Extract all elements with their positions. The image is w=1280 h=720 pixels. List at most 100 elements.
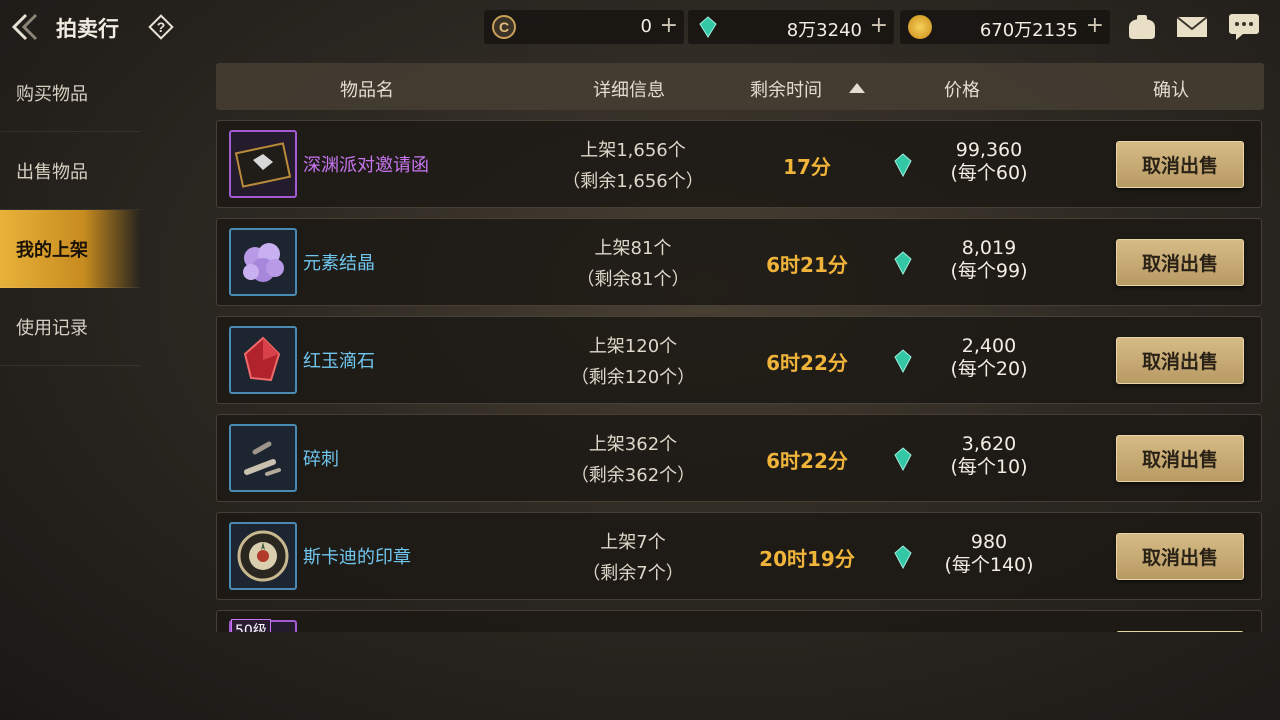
svg-text:?: ? xyxy=(157,19,166,35)
red-gem-icon[interactable] xyxy=(229,326,297,394)
unit-price: (每个60) xyxy=(950,162,1028,184)
listed-count: 上架7个 xyxy=(600,532,666,553)
green-gem-icon xyxy=(894,545,912,569)
item-name: 斯卡迪的印章 xyxy=(303,547,411,568)
remaining-time: 6时21分 xyxy=(766,253,848,277)
currency-value: 0 xyxy=(640,16,652,37)
sidebar-item-label: 购买物品 xyxy=(16,83,88,105)
column-header-time[interactable]: 剩余时间 xyxy=(750,76,822,102)
sidebar-item-buy[interactable]: 购买物品 xyxy=(0,54,140,132)
listed-count: 上架362个 xyxy=(588,434,678,455)
remaining-count: （剩余1,656个） xyxy=(562,171,704,192)
seal-emblem-icon[interactable] xyxy=(229,522,297,590)
item-name: 深渊派对邀请函 xyxy=(303,155,429,176)
sidebar-item-label: 出售物品 xyxy=(16,161,88,183)
sidebar-item-label: 我的上架 xyxy=(16,239,88,261)
price: 2,400 (每个20) xyxy=(917,335,1061,381)
broken-thorn-icon[interactable] xyxy=(229,424,297,492)
green-gem-icon xyxy=(894,447,912,471)
column-header-name: 物品名 xyxy=(340,80,394,101)
table-row: 深渊派对邀请函 上架1,656个 （剩余1,656个） 17分 99,360 (… xyxy=(216,120,1262,208)
sidebar: 购买物品 出售物品 我的上架 使用记录 xyxy=(0,54,140,366)
item-name: 碎刺 xyxy=(303,449,339,470)
item-name: 红玉滴石 xyxy=(303,351,375,372)
remaining-time: 17分 xyxy=(783,155,831,179)
item-name: 元素结晶 xyxy=(303,253,375,274)
total-price: 980 xyxy=(970,531,1008,553)
table-row: 50级 xyxy=(216,610,1262,632)
remaining-count: （剩余362个） xyxy=(570,465,696,486)
total-price: 3,620 xyxy=(961,433,1017,455)
item-detail: 上架120个 （剩余120个） xyxy=(543,331,723,393)
listed-count: 上架81个 xyxy=(594,238,672,259)
item-detail: 上架7个 （剩余7个） xyxy=(543,527,723,589)
top-bar: 拍卖行 ? C 0 + 8万3240 + 670万2135 + xyxy=(0,0,1280,54)
sidebar-item-history[interactable]: 使用记录 xyxy=(0,288,140,366)
sidebar-item-label: 使用记录 xyxy=(16,317,88,339)
currency-value: 670万2135 xyxy=(979,20,1078,41)
remaining-time: 6时22分 xyxy=(766,449,848,473)
listing-table: 深渊派对邀请函 上架1,656个 （剩余1,656个） 17分 99,360 (… xyxy=(216,120,1262,632)
column-header-confirm: 确认 xyxy=(1153,80,1189,101)
remaining-count: （剩余120个） xyxy=(570,367,696,388)
add-currency-button[interactable]: + xyxy=(660,13,678,38)
remaining-time: 20时19分 xyxy=(759,547,855,571)
cancel-sale-button[interactable]: 取消出售 xyxy=(1116,337,1244,384)
listed-count: 上架1,656个 xyxy=(580,140,686,161)
remaining-count: （剩余81个） xyxy=(576,269,690,290)
item-detail: 上架81个 （剩余81个） xyxy=(543,233,723,295)
back-arrow-icon[interactable] xyxy=(8,8,46,46)
chat-icon[interactable] xyxy=(1226,10,1262,44)
item-detail: 上架1,656个 （剩余1,656个） xyxy=(543,135,723,197)
sidebar-item-sell[interactable]: 出售物品 xyxy=(0,132,140,210)
page-title: 拍卖行 xyxy=(56,17,119,41)
table-header: 物品名 详细信息 剩余时间 价格 确认 xyxy=(216,63,1264,110)
green-gem-icon xyxy=(696,15,720,39)
gold-coin-icon xyxy=(908,15,932,39)
total-price: 99,360 xyxy=(955,139,1023,161)
add-currency-button[interactable]: + xyxy=(1086,13,1104,38)
sort-ascending-icon[interactable] xyxy=(849,83,865,93)
invitation-card-icon[interactable] xyxy=(229,130,297,198)
unit-price: (每个140) xyxy=(944,554,1034,576)
column-header-price: 价格 xyxy=(944,80,980,101)
add-currency-button[interactable]: + xyxy=(870,13,888,38)
cancel-sale-button[interactable]: 取消出售 xyxy=(1116,239,1244,286)
currency-c-coin: C 0 + xyxy=(484,10,684,44)
currency-gem: 8万3240 + xyxy=(688,10,894,44)
total-price: 8,019 xyxy=(961,237,1017,259)
c-coin-icon: C xyxy=(492,15,516,39)
table-row: 碎刺 上架362个 （剩余362个） 6时22分 3,620 (每个10) 取消… xyxy=(216,414,1262,502)
green-gem-icon xyxy=(894,251,912,275)
cancel-sale-button[interactable] xyxy=(1116,631,1244,632)
total-price: 2,400 xyxy=(961,335,1017,357)
green-gem-icon xyxy=(894,153,912,177)
item-detail: 上架362个 （剩余362个） xyxy=(543,429,723,491)
table-row: 红玉滴石 上架120个 （剩余120个） 6时22分 2,400 (每个20) … xyxy=(216,316,1262,404)
purple-crystal-cluster-icon[interactable] xyxy=(229,228,297,296)
svg-text:C: C xyxy=(499,19,509,35)
green-gem-icon xyxy=(894,349,912,373)
remaining-count: （剩余7个） xyxy=(582,563,684,584)
column-header-detail: 详细信息 xyxy=(593,80,665,101)
unit-price: (每个20) xyxy=(950,358,1028,380)
level-tag: 50级 xyxy=(231,619,271,632)
price: 980 (每个140) xyxy=(917,531,1061,577)
price: 3,620 (每个10) xyxy=(917,433,1061,479)
currency-value: 8万3240 xyxy=(786,20,862,41)
remaining-time: 6时22分 xyxy=(766,351,848,375)
mail-icon[interactable] xyxy=(1174,10,1210,44)
price: 8,019 (每个99) xyxy=(917,237,1061,283)
table-row: 元素结晶 上架81个 （剩余81个） 6时21分 8,019 (每个99) 取消… xyxy=(216,218,1262,306)
cancel-sale-button[interactable]: 取消出售 xyxy=(1116,141,1244,188)
pouch-icon[interactable] xyxy=(1124,10,1160,44)
table-row: 斯卡迪的印章 上架7个 （剩余7个） 20时19分 980 (每个140) 取消… xyxy=(216,512,1262,600)
sidebar-item-my-listings[interactable]: 我的上架 xyxy=(0,210,140,288)
question-diamond-icon[interactable]: ? xyxy=(146,12,176,42)
unit-price: (每个99) xyxy=(950,260,1028,282)
listed-count: 上架120个 xyxy=(588,336,678,357)
price: 99,360 (每个60) xyxy=(917,139,1061,185)
cancel-sale-button[interactable]: 取消出售 xyxy=(1116,435,1244,482)
cancel-sale-button[interactable]: 取消出售 xyxy=(1116,533,1244,580)
currency-gold: 670万2135 + xyxy=(900,10,1110,44)
